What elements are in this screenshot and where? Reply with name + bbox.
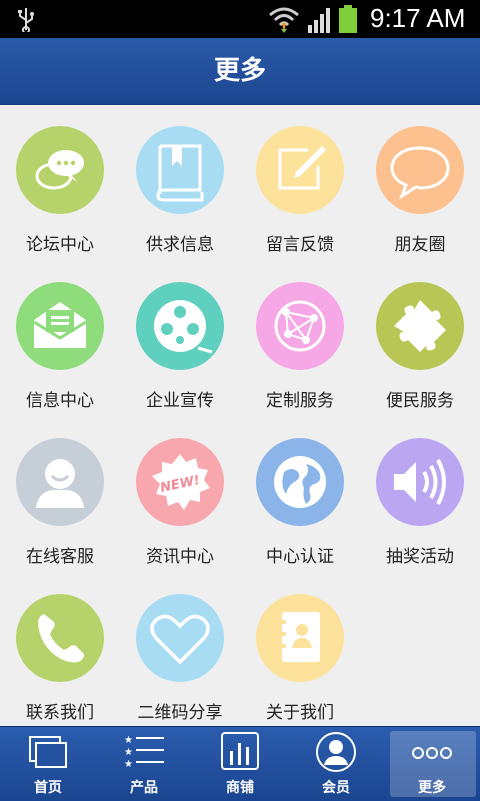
tab-label: 产品 (130, 780, 158, 796)
more-dots-icon (412, 747, 452, 759)
menu-item-label: 留言反馈 (266, 235, 334, 255)
header-bar: 更多 (0, 38, 480, 105)
page-title: 更多 (213, 56, 266, 86)
menu-item-news[interactable]: NEW! 资讯中心 (120, 416, 240, 572)
heart-icon (136, 594, 224, 682)
tab-products[interactable]: ★ ★ ★ 产品 (96, 727, 192, 801)
menu-item-info-center[interactable]: 信息中心 (0, 260, 120, 416)
menu-item-contact[interactable]: 联系我们 (0, 572, 120, 728)
edit-note-icon (256, 126, 344, 214)
menu-grid: 论坛中心 供求信息 留言反馈 朋友圈 信息中心 企业宣传 定制服务 便民服务 在… (0, 104, 480, 726)
tab-shop[interactable]: 商铺 (192, 727, 288, 801)
chat-icon (16, 126, 104, 214)
new-badge-icon: NEW! (136, 438, 224, 526)
menu-item-label: 便民服务 (386, 391, 454, 411)
menu-item-label: 论坛中心 (26, 235, 94, 255)
menu-item-label: 二维码分享 (137, 703, 223, 723)
member-avatar-icon (316, 732, 356, 772)
list-stars-icon: ★ ★ ★ (124, 735, 164, 770)
menu-item-label: 供求信息 (146, 235, 214, 255)
network-globe-icon (256, 282, 344, 370)
contacts-book-icon (256, 594, 344, 682)
film-reel-icon (136, 282, 224, 370)
menu-item-friends[interactable]: 朋友圈 (360, 104, 480, 260)
tab-label: 首页 (34, 780, 62, 796)
svg-text:★: ★ (124, 735, 133, 746)
menu-item-label: 朋友圈 (394, 235, 446, 255)
globe-icon (256, 438, 344, 526)
envelope-icon (16, 282, 104, 370)
menu-item-lottery[interactable]: 抽奖活动 (360, 416, 480, 572)
book-icon (136, 126, 224, 214)
battery-icon (339, 5, 357, 33)
menu-item-certification[interactable]: 中心认证 (240, 416, 360, 572)
usb-icon (18, 8, 34, 32)
menu-item-label: 中心认证 (266, 547, 334, 567)
menu-item-label: 信息中心 (26, 391, 94, 411)
tab-label: 商铺 (226, 780, 254, 796)
tab-label: 更多 (418, 780, 446, 796)
bottom-tab-bar: 首页 ★ ★ ★ 产品 商铺 会员 更多 (0, 726, 480, 801)
menu-item-convenience[interactable]: 便民服务 (360, 260, 480, 416)
home-windows-icon (29, 736, 67, 768)
speaker-icon (376, 438, 464, 526)
puzzle-icon (376, 282, 464, 370)
menu-item-label: 定制服务 (266, 391, 334, 411)
menu-item-about[interactable]: 关于我们 (240, 572, 360, 728)
menu-item-label: 联系我们 (26, 703, 94, 723)
signal-icon (308, 8, 330, 33)
wifi-icon (269, 7, 299, 33)
tab-label: 会员 (322, 780, 350, 796)
tab-member[interactable]: 会员 (288, 727, 384, 801)
phone-icon (16, 594, 104, 682)
menu-item-label: 在线客服 (26, 547, 94, 567)
speech-bubble-icon (376, 126, 464, 214)
tab-more[interactable]: 更多 (384, 727, 480, 801)
clock: 9:17 AM (370, 3, 466, 33)
menu-item-label: 关于我们 (266, 703, 334, 723)
svg-text:★: ★ (124, 747, 133, 758)
user-support-icon (16, 438, 104, 526)
shop-chart-icon (221, 732, 259, 770)
tab-home[interactable]: 首页 (0, 727, 96, 801)
menu-item-supply[interactable]: 供求信息 (120, 104, 240, 260)
svg-text:★: ★ (124, 759, 133, 770)
menu-item-online-service[interactable]: 在线客服 (0, 416, 120, 572)
status-bar: 9:17 AM (0, 0, 480, 38)
menu-item-feedback[interactable]: 留言反馈 (240, 104, 360, 260)
menu-item-promo[interactable]: 企业宣传 (120, 260, 240, 416)
menu-item-label: 资讯中心 (146, 547, 214, 567)
menu-item-label: 抽奖活动 (386, 547, 454, 567)
menu-item-label: 企业宣传 (146, 391, 214, 411)
menu-item-forum[interactable]: 论坛中心 (0, 104, 120, 260)
menu-item-qr-share[interactable]: 二维码分享 (120, 572, 240, 728)
menu-item-custom[interactable]: 定制服务 (240, 260, 360, 416)
